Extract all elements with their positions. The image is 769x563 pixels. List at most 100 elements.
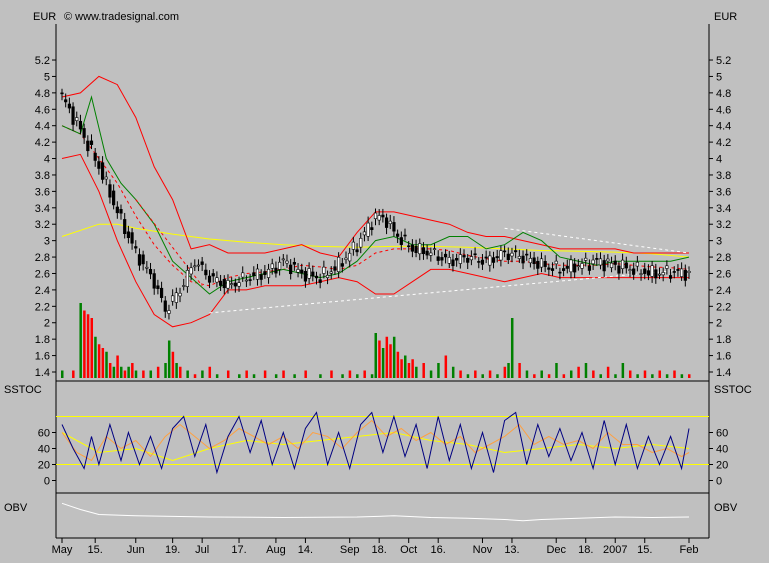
volume-bar xyxy=(252,374,256,378)
candle-body xyxy=(672,271,676,273)
candle-body xyxy=(521,255,525,264)
candle-body xyxy=(536,260,540,269)
candle-body xyxy=(635,261,639,267)
sstoc-tick-label-right: 0 xyxy=(716,476,722,488)
volume-bar xyxy=(562,374,566,378)
price-candles xyxy=(60,88,691,320)
x-tick-label: 2007 xyxy=(603,544,627,556)
sstoc-label-left: SSTOC xyxy=(4,384,42,396)
candle-body xyxy=(314,275,319,279)
volume-bar xyxy=(90,318,94,378)
candle-body xyxy=(163,300,167,312)
candle-body xyxy=(355,249,359,253)
volume-bar xyxy=(112,366,116,378)
sstoc-tick-label-right: 60 xyxy=(716,428,728,440)
price-tick-label-right: 4.8 xyxy=(716,88,731,100)
price-tick-label-right: 1.4 xyxy=(716,367,731,379)
candle-body xyxy=(617,265,621,274)
candle-body xyxy=(624,262,628,269)
x-tick-label: 17. xyxy=(231,544,246,556)
candle-body xyxy=(510,252,514,257)
candle-body xyxy=(71,106,75,125)
candle-body xyxy=(137,254,142,266)
volume-bar xyxy=(179,366,182,378)
candle-body xyxy=(362,231,367,236)
candle-body xyxy=(609,262,614,268)
volume-bar xyxy=(385,336,389,378)
candle-body xyxy=(237,282,241,287)
candle-body xyxy=(60,92,64,95)
volume-bar xyxy=(193,374,197,378)
price-tick-label-right: 1.6 xyxy=(716,351,731,363)
candle-body xyxy=(373,212,378,219)
candle-body xyxy=(307,268,311,279)
lower-trendline xyxy=(209,268,690,314)
sstoc-tick-label-left: 0 xyxy=(44,476,50,488)
candle-body xyxy=(285,260,289,264)
volume-bar xyxy=(636,374,639,378)
candle-body xyxy=(432,248,437,250)
candle-body xyxy=(322,266,326,274)
x-tick-label: 16. xyxy=(431,544,446,556)
candle-body xyxy=(204,269,208,276)
volume-bar xyxy=(97,344,101,378)
volume-bar xyxy=(510,318,514,378)
candle-body xyxy=(443,253,448,258)
volume-bar xyxy=(540,370,543,378)
volume-bar xyxy=(422,363,425,378)
price-tick-label-left: 5.2 xyxy=(35,55,50,67)
x-tick-label: Jun xyxy=(127,544,145,556)
price-tick-label-right: 3.8 xyxy=(716,170,731,182)
candle-body xyxy=(266,268,271,278)
volume-bar xyxy=(547,374,551,378)
candle-body xyxy=(311,271,315,277)
candle-body xyxy=(425,250,429,256)
bollinger-upper-line xyxy=(61,75,689,258)
candle-body xyxy=(303,270,308,282)
stochastic-lines xyxy=(56,411,709,475)
volume-bar xyxy=(628,370,632,378)
candle-body xyxy=(93,152,97,161)
volume-bar xyxy=(348,370,352,378)
candle-body xyxy=(403,234,407,237)
candle-body xyxy=(514,250,518,253)
candle-body xyxy=(244,279,249,282)
volume-bar xyxy=(466,374,470,378)
price-tick-label-right: 5 xyxy=(716,71,722,83)
candle-body xyxy=(665,265,669,269)
candle-body xyxy=(502,250,507,253)
volume-bar xyxy=(164,363,167,378)
volume-bar xyxy=(101,348,105,378)
x-tick-label: Oct xyxy=(400,544,417,556)
candle-body xyxy=(64,99,68,103)
volume-bar xyxy=(592,370,595,378)
candle-body xyxy=(152,273,156,289)
candle-body xyxy=(233,282,237,287)
candle-body xyxy=(196,264,201,267)
candle-body xyxy=(491,257,496,263)
volume-bar xyxy=(381,348,385,378)
price-tick-label-right: 4 xyxy=(716,154,722,166)
candle-body xyxy=(683,269,687,281)
currency-label-right: EUR xyxy=(714,11,737,23)
volume-bar xyxy=(238,374,241,378)
price-tick-label-left: 3 xyxy=(44,236,50,248)
sstoc-label-right: SSTOC xyxy=(714,384,752,396)
volume-bar xyxy=(444,355,448,378)
candle-body xyxy=(381,214,385,218)
candle-body xyxy=(628,269,632,271)
price-tick-label-left: 1.8 xyxy=(35,334,50,346)
candle-body xyxy=(466,257,470,263)
candle-body xyxy=(289,264,293,275)
volume-bar xyxy=(171,351,175,378)
volume-bar xyxy=(392,336,396,378)
candle-body xyxy=(174,292,178,303)
candle-body xyxy=(469,256,473,261)
candle-body xyxy=(440,257,444,261)
candle-body xyxy=(104,176,108,180)
candle-body xyxy=(100,162,105,180)
candle-body xyxy=(399,237,403,245)
candle-body xyxy=(473,253,477,256)
volume-bar xyxy=(651,374,654,378)
candle-body xyxy=(274,267,278,274)
